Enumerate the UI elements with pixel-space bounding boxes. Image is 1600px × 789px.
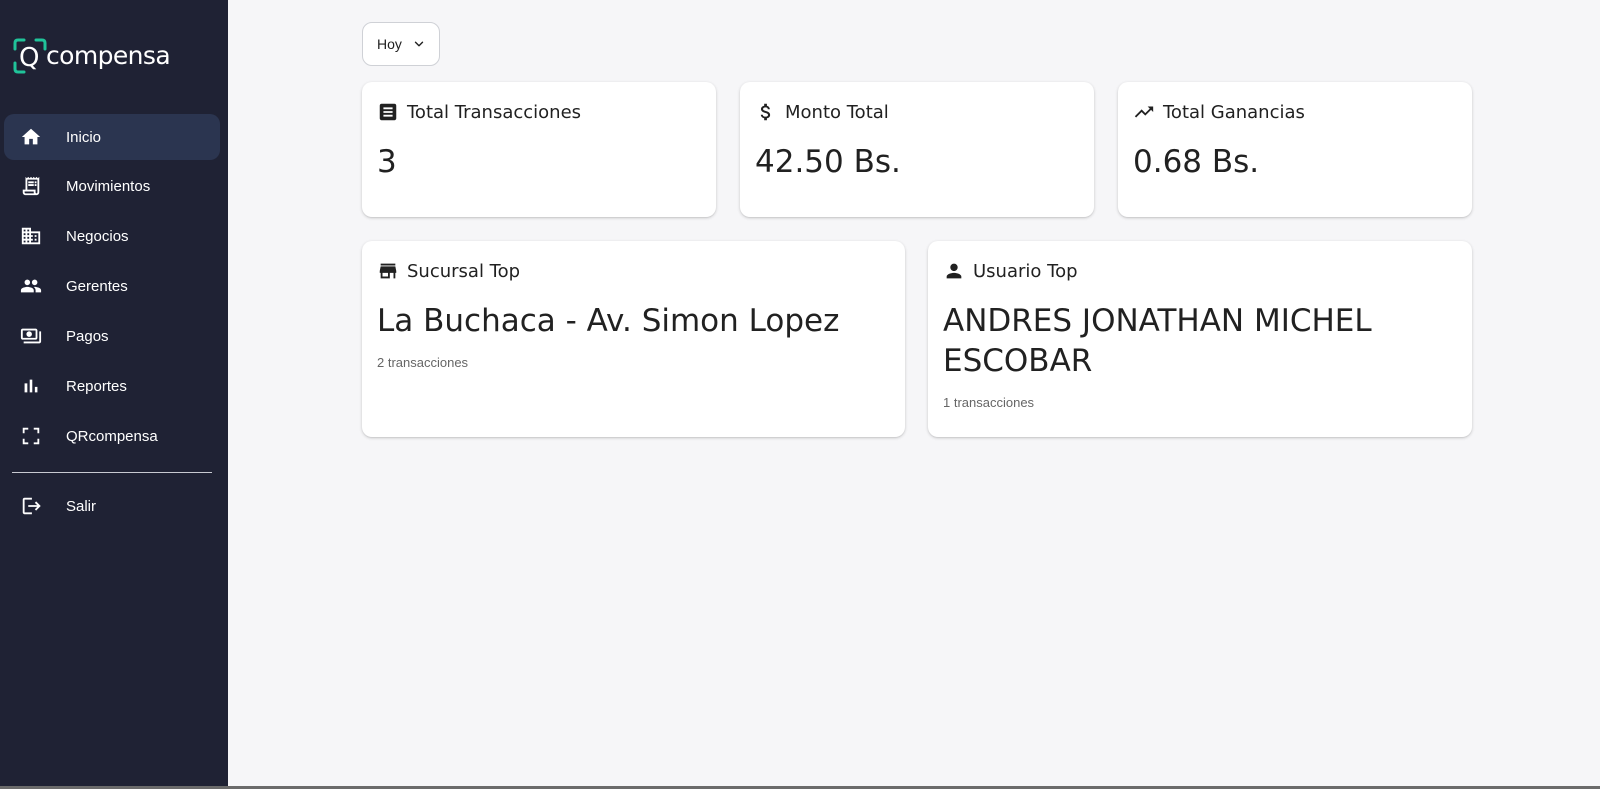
logout-icon — [20, 495, 42, 517]
card-title: Usuario Top — [973, 260, 1078, 282]
business-icon — [20, 225, 42, 247]
sidebar-item-negocios[interactable]: Negocios — [4, 213, 220, 259]
people-icon — [20, 275, 42, 297]
payments-icon — [20, 325, 42, 347]
top-user-card: Usuario Top ANDRES JONATHAN MICHEL ESCOB… — [928, 241, 1472, 437]
card-title: Monto Total — [785, 101, 889, 123]
top-branch-name: La Buchaca - Av. Simon Lopez — [377, 303, 840, 339]
sidebar-item-label: Negocios — [66, 227, 129, 245]
sidebar-item-label: Reportes — [66, 377, 127, 395]
sidebar-item-inicio[interactable]: Inicio — [4, 114, 220, 160]
logout-button[interactable]: Salir — [4, 483, 220, 529]
top-branch-count: 2 transacciones — [377, 355, 469, 370]
card-header: Sucursal Top — [377, 260, 520, 282]
stat-card-total-ganancias: Total Ganancias 0.68 Bs. — [1118, 82, 1472, 217]
card-header: Monto Total — [755, 101, 889, 123]
receipt-long-icon — [379, 103, 397, 121]
trending-up-icon — [1134, 106, 1154, 118]
sidebar-item-label: Movimientos — [66, 177, 151, 195]
sidebar-item-label: Gerentes — [66, 277, 128, 295]
sidebar-divider — [12, 472, 212, 473]
card-header: Total Ganancias — [1133, 101, 1305, 123]
chevron-down-icon — [414, 41, 424, 47]
stat-card-monto-total: Monto Total 42.50 Bs. — [740, 82, 1094, 217]
sidebar-item-gerentes[interactable]: Gerentes — [4, 263, 220, 309]
sidebar-item-qrcompensa[interactable]: QRcompensa — [4, 413, 220, 459]
period-select-value: Hoy — [377, 36, 402, 52]
top-branch-card: Sucursal Top La Buchaca - Av. Simon Lope… — [362, 241, 905, 437]
card-value: 42.50 Bs. — [755, 144, 901, 180]
logout-label: Salir — [66, 497, 97, 515]
sidebar-item-label: QRcompensa — [66, 427, 158, 445]
logo-qr-mark-icon: Q — [13, 38, 47, 74]
logo-text: compensa — [46, 41, 171, 70]
receipt-icon — [20, 175, 42, 197]
app-logo[interactable]: Q compensa — [12, 36, 171, 76]
sidebar-item-label: Pagos — [66, 327, 109, 345]
top-user-name: ANDRES JONATHAN MICHEL ESCOBAR — [943, 303, 1372, 379]
svg-text:Q: Q — [19, 43, 39, 73]
stat-card-total-transacciones: Total Transacciones 3 — [362, 82, 716, 217]
top-user-count: 1 transacciones — [943, 395, 1035, 410]
period-select[interactable]: Hoy — [362, 22, 440, 66]
bar-chart-icon — [20, 375, 42, 397]
sidebar-item-reportes[interactable]: Reportes — [4, 363, 220, 409]
card-header: Usuario Top — [943, 260, 1078, 282]
person-icon — [946, 263, 962, 279]
sidebar-item-movimientos[interactable]: Movimientos — [4, 163, 220, 209]
card-header: Total Transacciones — [377, 101, 581, 123]
card-title: Total Transacciones — [407, 101, 582, 123]
sidebar: Q compensa Inicio Movimientos Negocios G… — [0, 0, 228, 789]
dollar-icon — [760, 103, 771, 121]
sidebar-item-label: Inicio — [66, 128, 102, 146]
sidebar-item-pagos[interactable]: Pagos — [4, 313, 220, 359]
home-icon — [20, 126, 42, 148]
card-title: Sucursal Top — [407, 260, 521, 282]
card-value: 0.68 Bs. — [1133, 144, 1260, 180]
store-icon — [379, 263, 397, 279]
card-value: 3 — [377, 144, 397, 180]
card-title: Total Ganancias — [1163, 101, 1305, 123]
scan-frame-icon — [20, 425, 42, 447]
